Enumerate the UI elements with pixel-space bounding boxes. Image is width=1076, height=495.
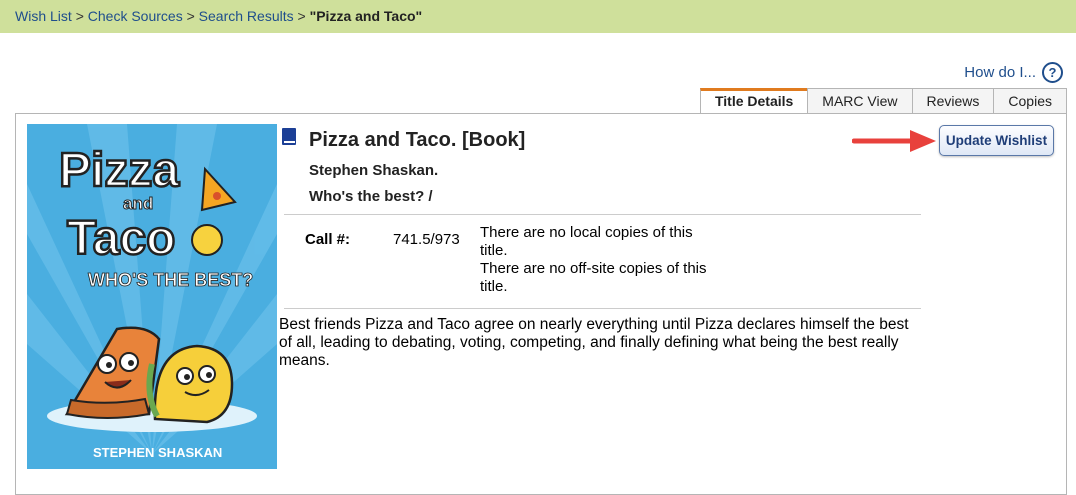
cover-title-taco: Taco	[67, 212, 175, 265]
tab-marc-view[interactable]: MARC View	[807, 88, 913, 114]
update-wishlist-button[interactable]: Update Wishlist	[939, 125, 1054, 156]
how-do-i-label[interactable]: How do I...	[964, 64, 1036, 81]
cover-author: STEPHEN SHASKAN	[93, 445, 222, 460]
question-circle-icon[interactable]: ?	[1042, 62, 1063, 83]
breadcrumb-separator: >	[75, 8, 84, 24]
title-details-panel: Pizza and Taco WHO'S THE BEST? STEPHEN S…	[15, 113, 1067, 495]
record-description: Best friends Pizza and Taco agree on nea…	[279, 316, 909, 369]
call-number-label: Call #:	[305, 231, 351, 248]
local-copies-status: There are no local copies of this title.	[480, 224, 693, 259]
tab-reviews[interactable]: Reviews	[911, 88, 995, 114]
tab-copies[interactable]: Copies	[993, 88, 1067, 114]
call-number-value: 741.5/973	[393, 231, 460, 248]
breadcrumb-separator: >	[297, 8, 306, 24]
divider	[284, 308, 921, 309]
record-tabs: Title Details MARC View Reviews Copies	[699, 88, 1067, 114]
cover-tagline: WHO'S THE BEST?	[88, 270, 253, 290]
breadcrumb-check-sources[interactable]: Check Sources	[88, 8, 183, 24]
divider	[284, 214, 921, 215]
cover-title-pizza: Pizza	[59, 144, 179, 197]
record-title: Pizza and Taco. [Book]	[309, 129, 526, 151]
breadcrumb: Wish List > Check Sources > Search Resul…	[15, 8, 422, 24]
tab-title-details[interactable]: Title Details	[699, 88, 809, 114]
book-cover-image: Pizza and Taco WHO'S THE BEST? STEPHEN S…	[27, 124, 277, 469]
breadcrumb-separator: >	[186, 8, 195, 24]
breadcrumb-current: "Pizza and Taco"	[309, 8, 423, 24]
how-do-i-link[interactable]: How do I... ?	[964, 62, 1063, 83]
red-arrow-annotation	[852, 130, 936, 152]
breadcrumb-wish-list[interactable]: Wish List	[15, 8, 72, 24]
copies-status: There are no local copies of this title.…	[480, 224, 720, 296]
breadcrumb-bar: Wish List > Check Sources > Search Resul…	[0, 0, 1076, 33]
book-icon	[282, 128, 296, 145]
record-subtitle: Who's the best? /	[309, 188, 433, 205]
cover-title-and: and	[123, 194, 153, 213]
breadcrumb-search-results[interactable]: Search Results	[199, 8, 294, 24]
offsite-copies-status: There are no off-site copies of this tit…	[480, 260, 707, 295]
record-author: Stephen Shaskan.	[309, 162, 439, 179]
